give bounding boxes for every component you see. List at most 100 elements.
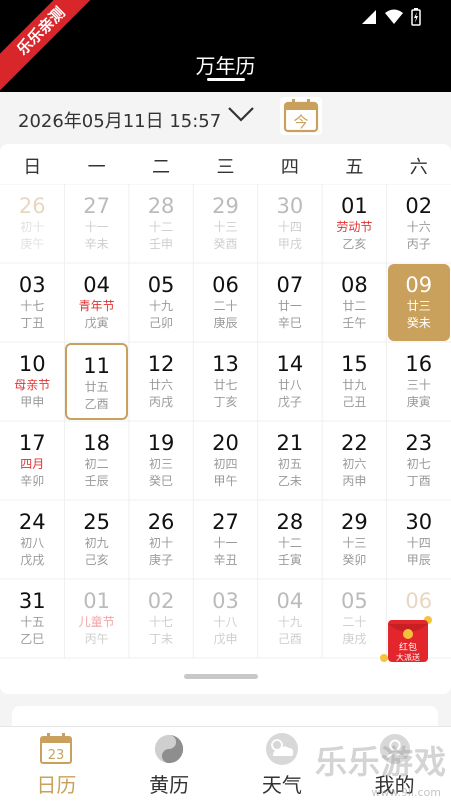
day-number: 13 xyxy=(212,352,239,376)
lunar-date: 十一 xyxy=(84,220,109,234)
day-cell[interactable]: 28 十二 壬申 xyxy=(130,185,192,262)
lunar-date: 初九 xyxy=(84,536,109,550)
day-number: 03 xyxy=(18,273,46,297)
day-cell[interactable]: 20 初四 甲午 xyxy=(194,422,256,499)
ganzhi-label: 丙午 xyxy=(84,632,109,646)
day-cell[interactable]: 09 廿三 癸未 xyxy=(387,264,450,341)
lunar-date: 初十 xyxy=(20,220,45,234)
day-cell[interactable]: 03 十七 丁丑 xyxy=(1,264,63,341)
ganzhi-label: 壬午 xyxy=(342,316,367,330)
lunar-date: 廿五 xyxy=(84,380,109,394)
day-cell[interactable]: 13 廿七 丁亥 xyxy=(194,343,256,420)
today-button[interactable]: 今 xyxy=(280,97,322,135)
lunar-date: 廿八 xyxy=(277,378,302,392)
day-cell[interactable]: 06 二十 庚辰 xyxy=(194,264,256,341)
day-number: 18 xyxy=(83,431,110,455)
day-cell[interactable]: 05 二十 庚戌 xyxy=(323,580,385,657)
day-cell[interactable]: 24 初八 戊戌 xyxy=(1,501,63,578)
day-cell[interactable]: 18 初二 壬辰 xyxy=(65,422,127,499)
day-cell[interactable]: 19 初三 癸巳 xyxy=(130,422,192,499)
day-number: 01 xyxy=(83,589,110,613)
day-cell[interactable]: 04 十九 己酉 xyxy=(259,580,321,657)
day-cell[interactable]: 12 廿六 丙戌 xyxy=(130,343,192,420)
ganzhi-label: 甲戌 xyxy=(277,237,302,251)
day-cell[interactable]: 01 儿童节 丙午 xyxy=(65,580,127,657)
page-title: 万年历 xyxy=(195,54,256,78)
day-cell[interactable]: 02 十七 丁未 xyxy=(130,580,192,657)
day-cell[interactable]: 23 初七 丁酉 xyxy=(388,422,450,499)
calendar-icon: 23 xyxy=(40,733,73,764)
day-number: 04 xyxy=(276,589,304,613)
day-number: 12 xyxy=(147,352,175,376)
ganzhi-label: 辛卯 xyxy=(20,474,45,488)
weekday-label: 五 xyxy=(345,157,364,178)
watermark-url: www.9ll.com xyxy=(371,786,441,799)
day-cell[interactable]: 27 十一 辛丑 xyxy=(194,501,256,578)
day-cell[interactable]: 01 劳动节 乙亥 xyxy=(323,185,385,262)
ganzhi-label: 甲辰 xyxy=(406,553,431,567)
ganzhi-label: 癸酉 xyxy=(213,237,238,251)
day-cell[interactable]: 02 十六 丙子 xyxy=(388,185,450,262)
day-number: 05 xyxy=(340,589,368,613)
current-datetime[interactable]: 2026年05月11日 15:57 xyxy=(18,107,221,133)
day-cell[interactable]: 26 初十 庚子 xyxy=(130,501,192,578)
day-cell[interactable]: 14 廿八 戊子 xyxy=(259,343,321,420)
date-bar[interactable]: 2026年05月11日 15:57 今 xyxy=(0,92,451,142)
day-cell[interactable]: 15 廿九 己丑 xyxy=(323,343,385,420)
ganzhi-label: 戊子 xyxy=(277,395,302,409)
ganzhi-label: 庚辰 xyxy=(213,316,238,330)
day-number: 21 xyxy=(276,431,304,455)
day-cell[interactable]: 28 十二 壬寅 xyxy=(259,501,321,578)
weekday-label: 四 xyxy=(280,157,299,178)
day-number: 02 xyxy=(147,589,175,613)
day-cell[interactable]: 04 青年节 戊寅 xyxy=(65,264,127,341)
day-cell[interactable]: 16 三十 庚寅 xyxy=(388,343,450,420)
ganzhi-label: 己酉 xyxy=(277,632,302,646)
chevron-down-icon[interactable] xyxy=(226,104,256,124)
lunar-date: 初六 xyxy=(342,457,367,471)
tab-almanac-label: 黄历 xyxy=(149,773,190,797)
day-cell[interactable]: 27 十一 辛未 xyxy=(65,185,127,262)
lunar-date: 二十 xyxy=(213,299,238,313)
day-cell[interactable]: 21 初五 乙未 xyxy=(259,422,321,499)
day-cell[interactable]: 22 初六 丙申 xyxy=(323,422,385,499)
ganzhi-label: 丙戌 xyxy=(149,395,174,409)
festival-label: 母亲节 xyxy=(14,378,51,392)
day-number: 17 xyxy=(18,431,46,455)
day-number: 24 xyxy=(18,510,46,534)
ganzhi-label: 癸巳 xyxy=(149,474,174,488)
day-cell[interactable]: 10 母亲节 甲申 xyxy=(1,343,63,420)
day-cell[interactable]: 17 四月 辛卯 xyxy=(1,422,63,499)
ganzhi-label: 癸未 xyxy=(406,316,431,330)
day-cell[interactable]: 30 十四 甲辰 xyxy=(388,501,450,578)
day-cell[interactable]: 08 廿二 壬午 xyxy=(323,264,385,341)
promo-line2: 大派送 xyxy=(396,652,420,662)
drag-handle[interactable] xyxy=(184,674,258,679)
weekday-label: 二 xyxy=(152,157,171,178)
day-cell[interactable]: 30 十四 甲戌 xyxy=(259,185,321,262)
day-number: 28 xyxy=(147,194,175,218)
day-cell[interactable]: 29 十三 癸酉 xyxy=(194,185,256,262)
ganzhi-label: 辛未 xyxy=(84,237,109,251)
tab-almanac[interactable]: 黄历 xyxy=(113,727,226,801)
ganzhi-label: 己丑 xyxy=(342,395,367,409)
day-cell[interactable]: 25 初九 己亥 xyxy=(65,501,127,578)
red-packet-promo[interactable]: 红包 大派送 xyxy=(378,612,440,672)
red-packet-icon: 红包 大派送 xyxy=(380,616,432,662)
ganzhi-label: 乙酉 xyxy=(84,397,109,411)
day-number: 25 xyxy=(83,510,110,534)
day-cell[interactable]: 07 廿一 辛巳 xyxy=(259,264,321,341)
ganzhi-label: 壬辰 xyxy=(84,474,109,488)
ganzhi-label: 辛丑 xyxy=(213,553,238,567)
ganzhi-label: 甲申 xyxy=(20,395,45,409)
day-cell[interactable]: 31 十五 乙巳 xyxy=(1,580,63,657)
day-cell[interactable]: 11 廿五 乙酉 xyxy=(65,343,128,420)
day-number: 08 xyxy=(340,273,368,297)
day-cell[interactable]: 26 初十 庚午 xyxy=(1,185,63,262)
day-number: 05 xyxy=(147,273,175,297)
tab-calendar[interactable]: 23 日历 xyxy=(0,727,113,801)
day-cell[interactable]: 03 十八 戊申 xyxy=(194,580,256,657)
day-cell[interactable]: 05 十九 己卯 xyxy=(130,264,192,341)
day-number: 23 xyxy=(405,431,433,455)
day-cell[interactable]: 29 十三 癸卯 xyxy=(323,501,385,578)
